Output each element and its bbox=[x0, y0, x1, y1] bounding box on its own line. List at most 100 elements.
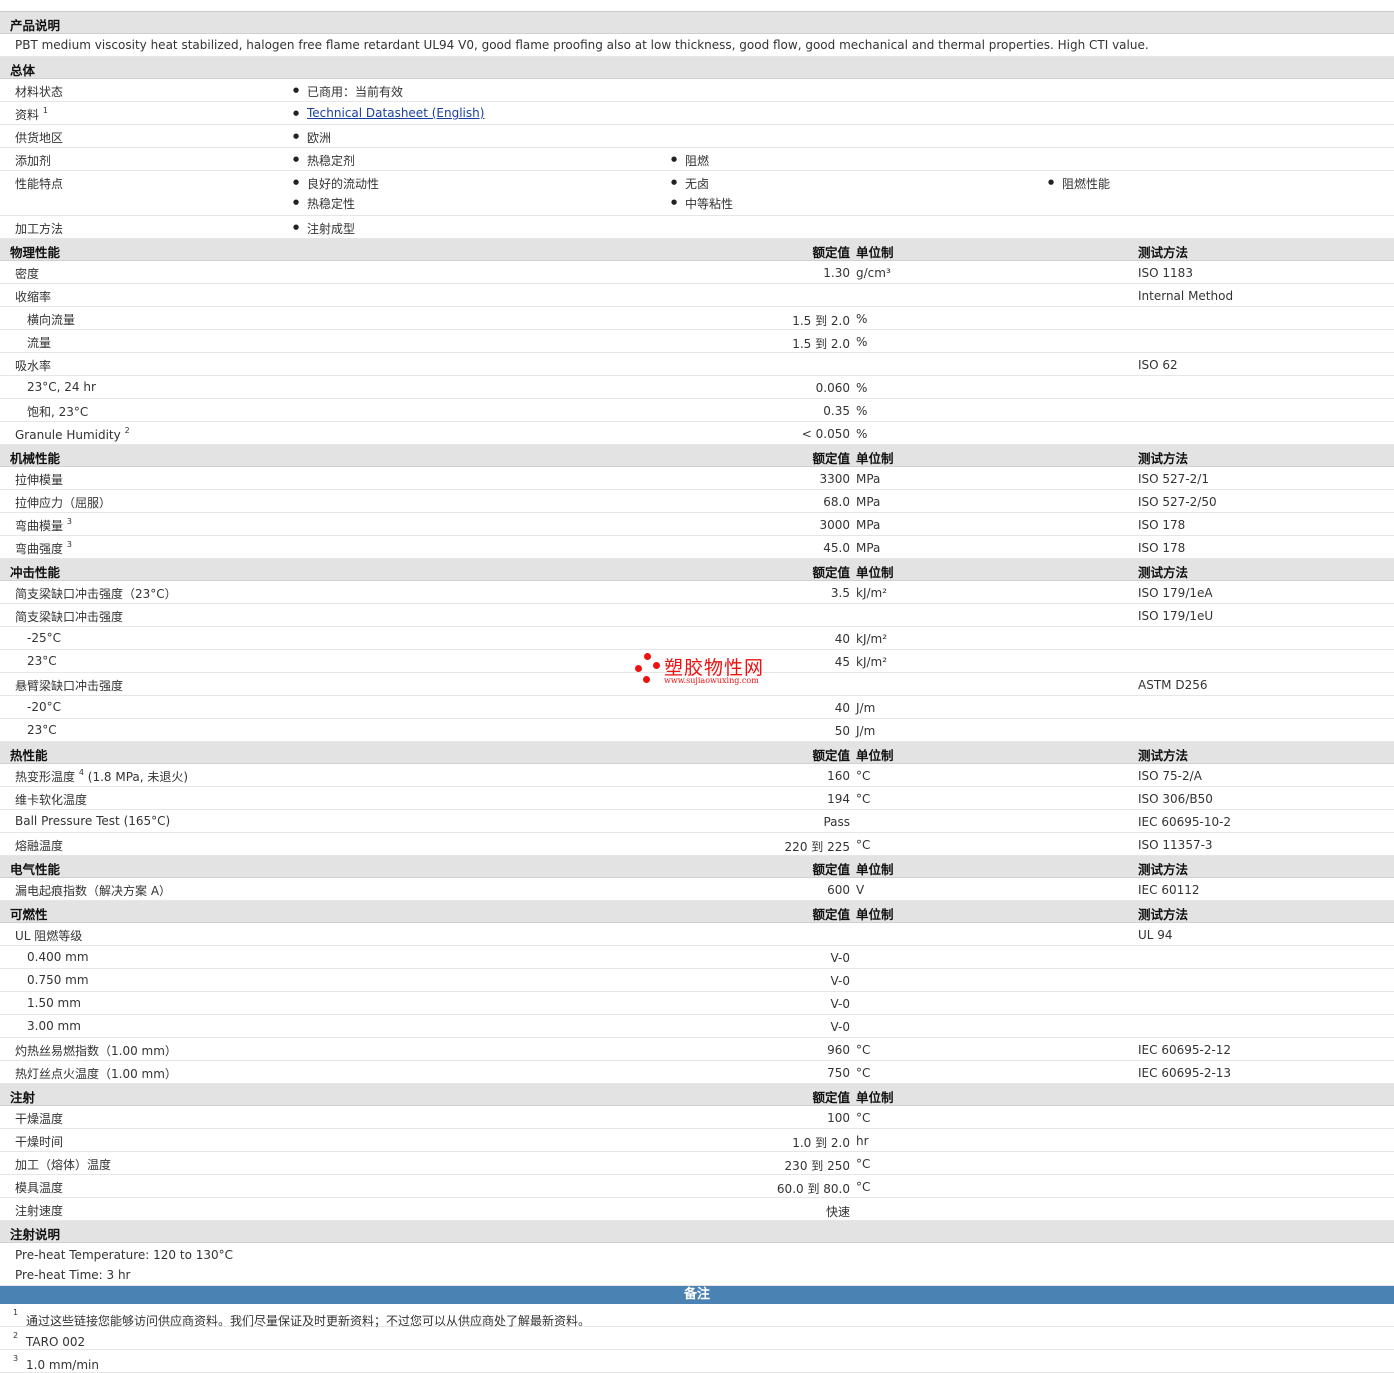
row-process: 加工方法 注射成型 bbox=[0, 216, 1394, 239]
header-unit: 单位制 bbox=[856, 1090, 894, 1105]
header-unit: 单位制 bbox=[856, 748, 894, 763]
row-method: ISO 1183 bbox=[1138, 266, 1193, 280]
section-header-general: 总体 bbox=[0, 57, 1394, 79]
technical-datasheet-link[interactable]: Technical Datasheet (English) bbox=[307, 106, 484, 120]
row-label: 模具温度 bbox=[15, 1181, 64, 1195]
injection-notes-body: Pre-heat Temperature: 120 to 130°C Pre-h… bbox=[0, 1243, 1394, 1286]
footnote-1: 1 通过这些链接您能够访问供应商资料。我们尽量保证及时更新资料；不过您可以从供应… bbox=[0, 1304, 1394, 1328]
row-label: 灼热丝易燃指数（1.00 mm） bbox=[15, 1044, 177, 1058]
feature-item: 中等粘性 bbox=[671, 195, 733, 212]
note-line: Pre-heat Time: 3 hr bbox=[15, 1268, 131, 1282]
row-value: 45 bbox=[834, 655, 850, 669]
section-header-physical: 物理性能 额定值 单位制 测试方法 bbox=[0, 239, 1394, 261]
feature-item: 热稳定性 bbox=[293, 195, 355, 212]
row-value: 230 到 250 bbox=[784, 1159, 850, 1173]
header-value: 额定值 bbox=[812, 907, 850, 922]
section-title: 热性能 bbox=[10, 748, 48, 763]
row-label: 收缩率 bbox=[15, 290, 52, 304]
row-drying-temp: 干燥温度 100 °C bbox=[0, 1106, 1394, 1129]
datasheet-link-item: Technical Datasheet (English) bbox=[293, 106, 484, 120]
section-title: 冲击性能 bbox=[10, 565, 61, 580]
header-method: 测试方法 bbox=[1138, 565, 1189, 580]
row-unit: kJ/m² bbox=[856, 632, 888, 646]
notes-header: 备注 bbox=[0, 1286, 1394, 1304]
row-label: 简支梁缺口冲击强度（23°C） bbox=[15, 587, 177, 601]
row-ball-pressure: Ball Pressure Test (165°C) Pass IEC 6069… bbox=[0, 810, 1394, 833]
row-value: 3000 bbox=[819, 518, 850, 532]
row-label: 吸水率 bbox=[15, 359, 52, 373]
feature-item: 无卤 bbox=[671, 175, 709, 192]
row-value: 0.35 bbox=[823, 404, 850, 418]
section-title: 产品说明 bbox=[10, 18, 61, 33]
row-label: 热变形温度 4 (1.8 MPa, 未退火) bbox=[15, 768, 189, 784]
row-label: 0.750 mm bbox=[27, 973, 89, 987]
row-value: 220 到 225 bbox=[784, 840, 850, 854]
row-value: 1.30 bbox=[823, 266, 850, 280]
row-label: 注射速度 bbox=[15, 1204, 64, 1218]
row-region: 供货地区 欧洲 bbox=[0, 125, 1394, 148]
row-unit: % bbox=[856, 312, 868, 326]
row-shrinkage: 收缩率 Internal Method bbox=[0, 284, 1394, 307]
row-unit: °C bbox=[856, 1043, 871, 1057]
section-title: 总体 bbox=[10, 63, 36, 78]
header-method: 测试方法 bbox=[1138, 245, 1189, 260]
header-unit: 单位制 bbox=[856, 451, 894, 466]
row-value: 100 bbox=[827, 1111, 850, 1125]
row-unit: °C bbox=[856, 1157, 871, 1171]
row-value: 1.5 到 2.0 bbox=[792, 337, 850, 351]
material-status-value: 已商用：当前有效 bbox=[293, 83, 403, 100]
row-value: 40 bbox=[834, 701, 850, 715]
row-method: UL 94 bbox=[1138, 928, 1173, 942]
row-unit: hr bbox=[856, 1134, 869, 1148]
row-label: 流量 bbox=[27, 336, 52, 350]
row-unit: kJ/m² bbox=[856, 655, 888, 669]
row-features: 性能特点 良好的流动性 无卤 阻燃性能 热稳定性 中等粘性 bbox=[0, 171, 1394, 216]
row-value: 68.0 bbox=[823, 495, 850, 509]
row-label: 弯曲模量 3 bbox=[15, 517, 72, 533]
row-method: IEC 60695-10-2 bbox=[1138, 815, 1232, 829]
row-label: 干燥时间 bbox=[15, 1135, 64, 1149]
row-label: 3.00 mm bbox=[27, 1019, 81, 1033]
row-label: 添加剂 bbox=[15, 154, 52, 168]
row-shrinkage-flow: 流量 1.5 到 2.0 % bbox=[0, 330, 1394, 353]
section-title: 物理性能 bbox=[10, 245, 61, 260]
watermark-logo: 塑胶物性网 www.sujiaowuxing.com bbox=[634, 653, 764, 689]
logo-dot bbox=[644, 653, 651, 660]
logo-dot bbox=[635, 665, 642, 672]
footnote-3: 3 1.0 mm/min bbox=[0, 1350, 1394, 1373]
row-gwfi: 灼热丝易燃指数（1.00 mm） 960 °C IEC 60695-2-12 bbox=[0, 1038, 1394, 1061]
header-unit: 单位制 bbox=[856, 565, 894, 580]
logo-url: www.sujiaowuxing.com bbox=[664, 676, 759, 685]
row-label: 拉伸模量 bbox=[15, 473, 64, 487]
row-method: ASTM D256 bbox=[1138, 678, 1208, 692]
row-water-24h: 23°C, 24 hr 0.060 % bbox=[0, 376, 1394, 399]
section-header-description: 产品说明 bbox=[0, 12, 1394, 34]
row-label: -20°C bbox=[27, 700, 61, 714]
description-text: PBT medium viscosity heat stabilized, ha… bbox=[15, 38, 1149, 52]
row-label: 加工（熔体）温度 bbox=[15, 1158, 112, 1172]
row-label: 维卡软化温度 bbox=[15, 793, 88, 807]
row-label: -25°C bbox=[27, 631, 61, 645]
row-additives: 添加剂 热稳定剂 阻燃 bbox=[0, 148, 1394, 171]
row-water-absorption: 吸水率 ISO 62 bbox=[0, 353, 1394, 376]
row-unit: V bbox=[856, 883, 865, 897]
row-method: ISO 178 bbox=[1138, 518, 1186, 532]
row-method: ISO 527-2/50 bbox=[1138, 495, 1217, 509]
row-label: 资料 1 bbox=[15, 106, 48, 122]
row-value: Pass bbox=[823, 815, 850, 829]
row-melt-processing-temp: 加工（熔体）温度 230 到 250 °C bbox=[0, 1152, 1394, 1175]
header-unit: 单位制 bbox=[856, 862, 894, 877]
row-izod-m20: -20°C 40 J/m bbox=[0, 696, 1394, 719]
row-method: Internal Method bbox=[1138, 289, 1234, 303]
top-border bbox=[0, 0, 1394, 12]
datasheet: 产品说明 PBT medium viscosity heat stabilize… bbox=[0, 0, 1394, 1373]
row-drying-time: 干燥时间 1.0 到 2.0 hr bbox=[0, 1129, 1394, 1152]
row-unit: % bbox=[856, 381, 868, 395]
row-value: V-0 bbox=[830, 974, 850, 988]
row-value: < 0.050 bbox=[801, 427, 850, 441]
row-flexural-strength: 弯曲强度 3 45.0 MPa ISO 178 bbox=[0, 536, 1394, 559]
logo-dot bbox=[643, 676, 650, 683]
row-unit: % bbox=[856, 335, 868, 349]
row-label: UL 阻燃等级 bbox=[15, 929, 83, 943]
section-header-injection-notes: 注射说明 bbox=[0, 1221, 1394, 1243]
